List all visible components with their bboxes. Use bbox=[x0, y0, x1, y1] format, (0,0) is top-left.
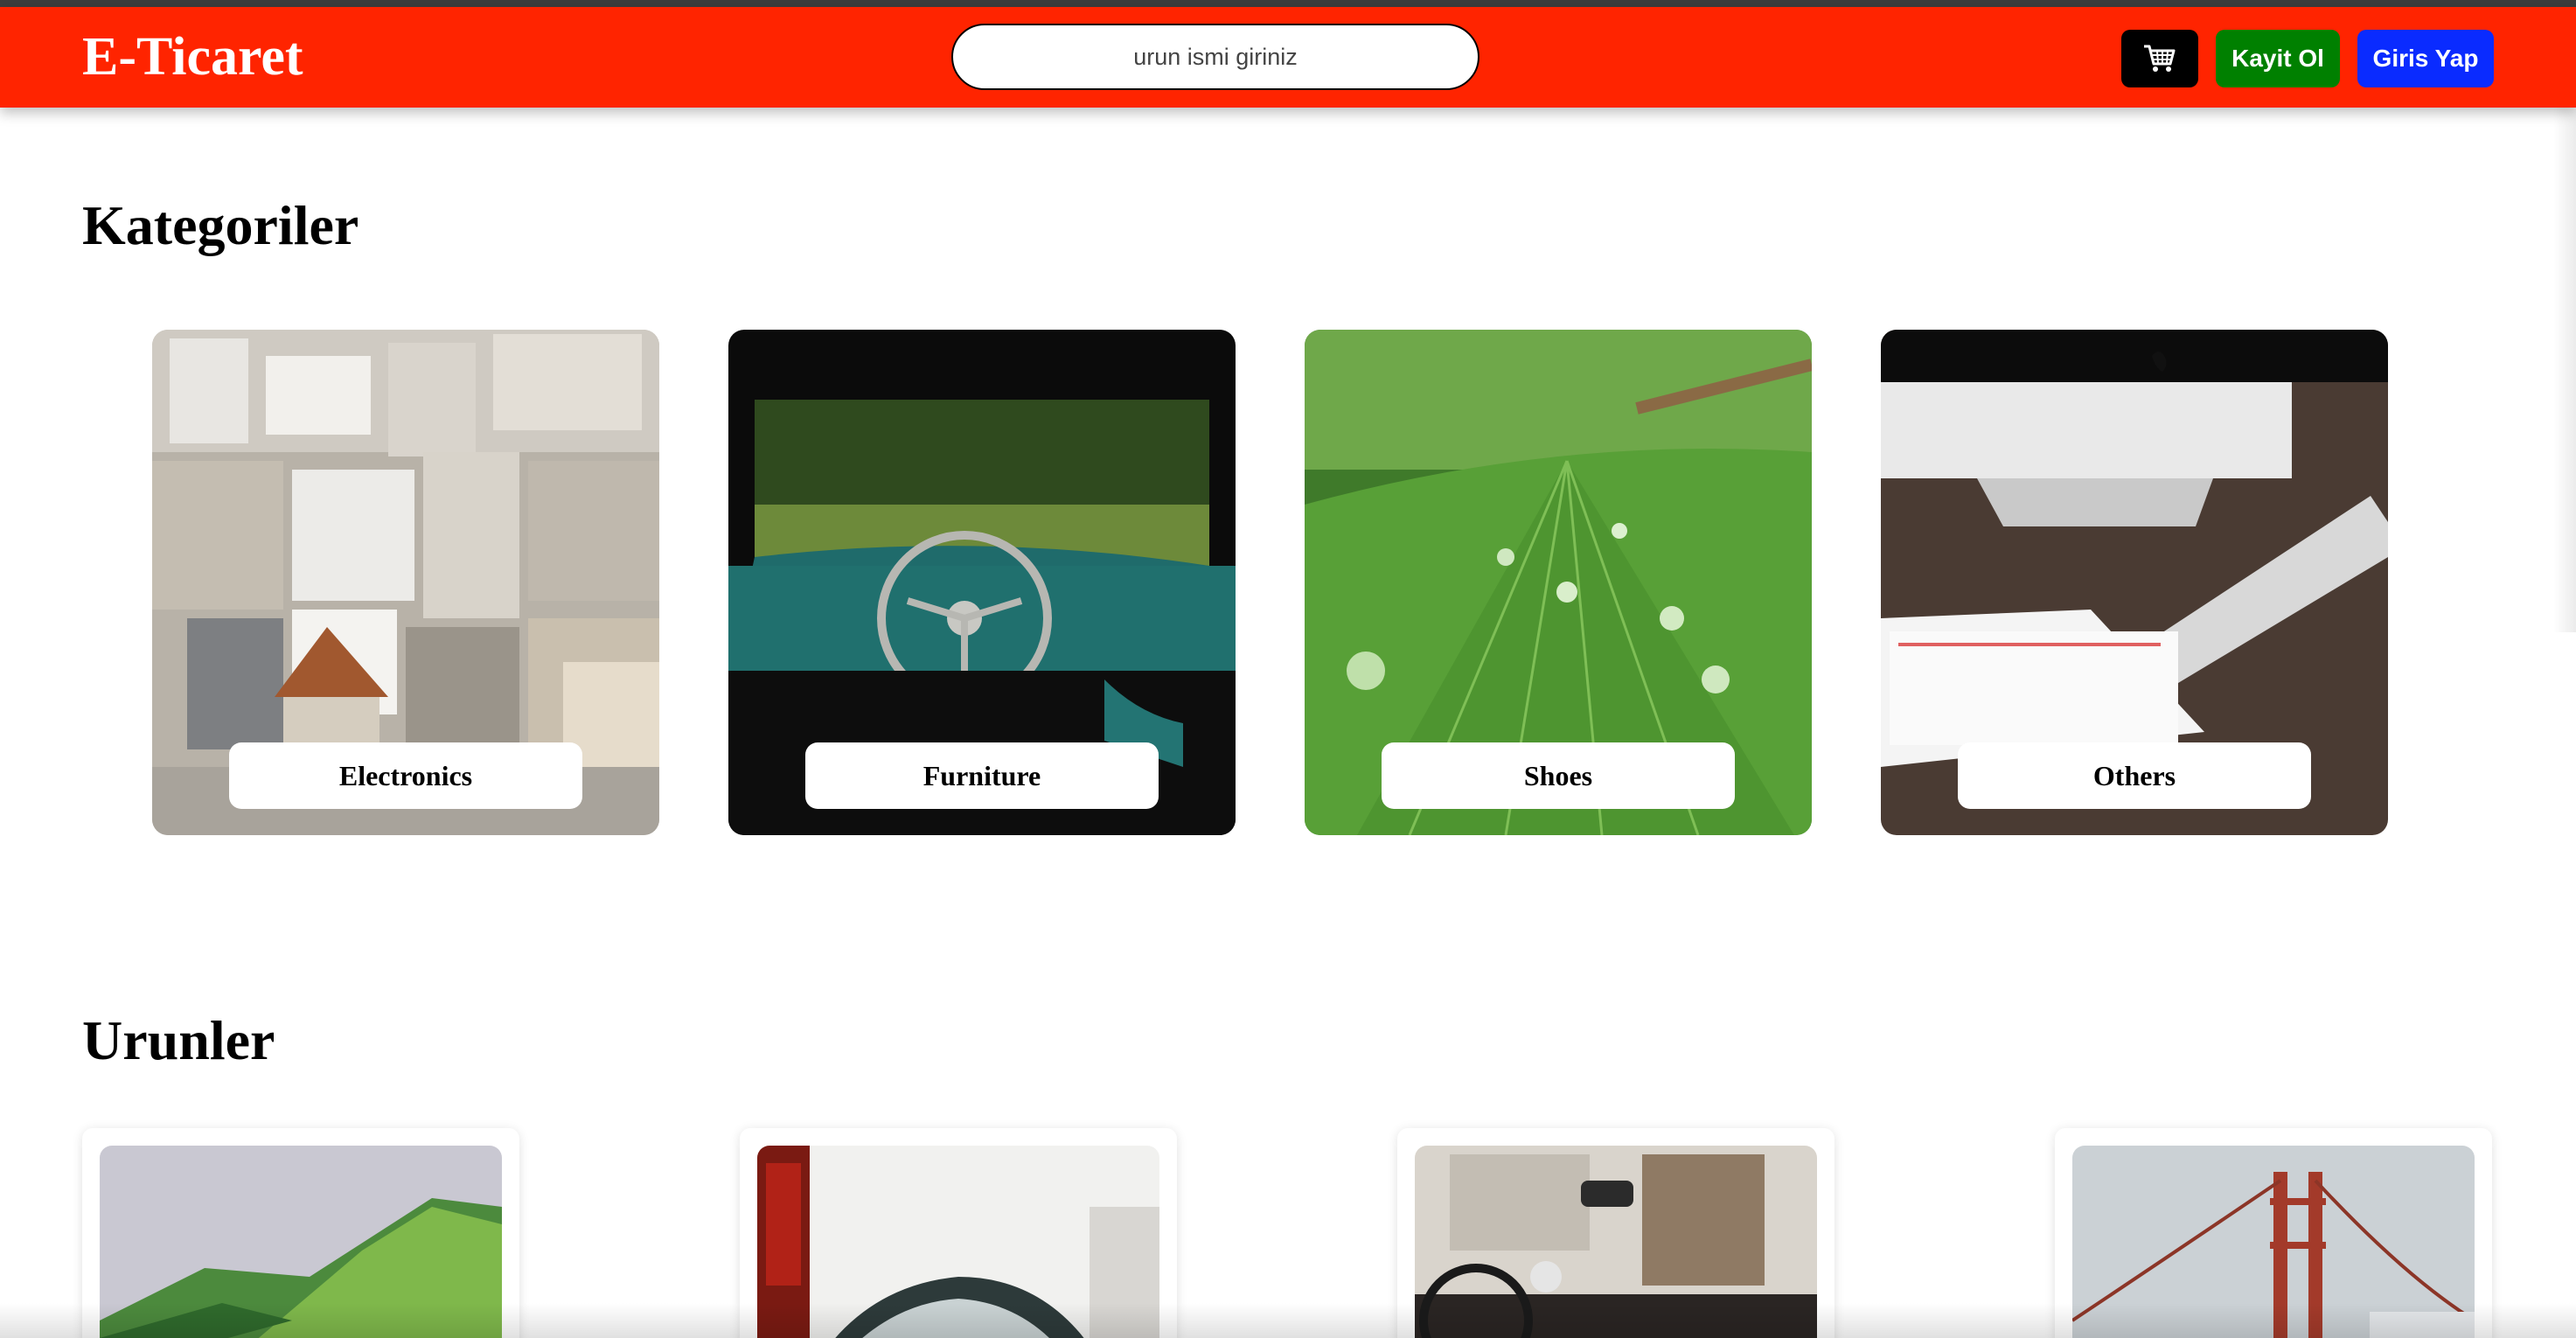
category-label: Others bbox=[1958, 742, 2311, 809]
category-card-furniture[interactable]: Furniture bbox=[728, 330, 1236, 835]
cart-button[interactable] bbox=[2121, 30, 2198, 87]
category-label: Shoes bbox=[1382, 742, 1735, 809]
register-button[interactable]: Kayit Ol bbox=[2216, 30, 2340, 87]
top-border bbox=[0, 0, 2576, 7]
category-card-shoes[interactable]: Shoes bbox=[1305, 330, 1812, 835]
category-card-electronics[interactable]: Electronics bbox=[152, 330, 659, 835]
category-label: Furniture bbox=[805, 742, 1159, 809]
login-button[interactable]: Giris Yap bbox=[2357, 30, 2494, 87]
products-title: Urunler bbox=[82, 1009, 275, 1071]
categories-title: Kategoriler bbox=[82, 194, 359, 256]
scroll-shadow bbox=[2553, 108, 2576, 632]
category-label: Electronics bbox=[229, 742, 582, 809]
category-card-others[interactable]: Others bbox=[1881, 330, 2388, 835]
bottom-fade bbox=[0, 1303, 2576, 1338]
cart-icon bbox=[2144, 45, 2176, 72]
brand-logo[interactable]: E-Ticaret bbox=[82, 26, 303, 87]
search-input[interactable] bbox=[951, 24, 1479, 90]
navbar: E-Ticaret Kayit Ol Giris Yap bbox=[0, 7, 2576, 108]
